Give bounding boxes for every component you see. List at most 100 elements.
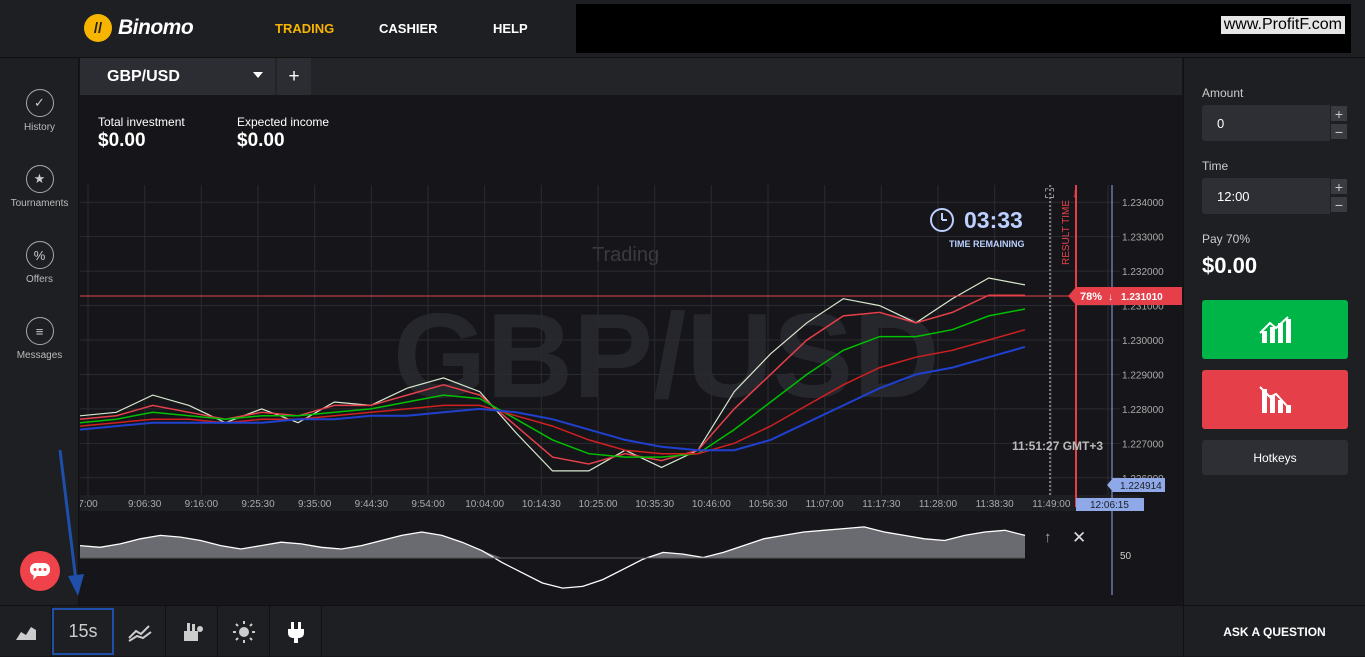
asset-tab-gbpusd[interactable]: GBP/USD xyxy=(80,58,275,95)
hotkeys-button[interactable]: Hotkeys xyxy=(1202,440,1348,475)
y-tick-label: 1.233000 xyxy=(1122,233,1164,244)
x-tick-label: 11:38:30 xyxy=(976,499,1015,510)
check-icon: ✓ xyxy=(25,89,54,117)
sidebar-item-messages[interactable]: ≡ Messages xyxy=(0,317,79,361)
trade-panel: Amount 0 + − Time 12:00 + − Pay 70% $0.0… xyxy=(1183,58,1365,605)
annotation-arrow xyxy=(58,449,84,596)
y-tick-label: 1.227000 xyxy=(1122,439,1164,450)
close-oscillator-icon[interactable]: ✕ xyxy=(1072,528,1086,547)
chart-up-icon xyxy=(1259,315,1291,343)
x-tick-label: 10:25:00 xyxy=(579,499,618,510)
amount-increase-button[interactable]: + xyxy=(1330,105,1348,122)
x-axis: 7:00 9:06:30 9:16:00 9:25:30 9:35:00 9:44:30 9… xyxy=(80,495,1140,511)
price-badge-pct: 78% xyxy=(1080,291,1102,303)
x-tick-label: 11:28:00 xyxy=(919,499,958,510)
area-chart-icon xyxy=(15,626,36,640)
x-tick-label: 11:07:00 xyxy=(806,499,845,510)
x-tick-label: 9:35:00 xyxy=(298,499,332,510)
sidebar-item-label: Messages xyxy=(16,350,63,361)
x-tick-label: 11:49:00 xyxy=(1032,499,1071,510)
asset-tabbar: GBP/USD + xyxy=(80,58,1182,95)
y-tick-label: 1.232000 xyxy=(1122,267,1164,278)
chart-area: GBP/USD + Total investment $0.00 Expecte… xyxy=(80,58,1182,605)
nav-help[interactable]: HELP xyxy=(493,21,528,36)
y-tick-label: 1.228000 xyxy=(1122,405,1164,416)
asset-tab-label: GBP/USD xyxy=(107,67,180,85)
sidebar-item-label: Tournaments xyxy=(10,198,69,209)
percent-icon: % xyxy=(25,241,54,269)
site-watermark: www.ProfitF.com xyxy=(1220,16,1345,34)
price-chart[interactable]: GBP/USD Trading 1.234000 1.233000 1.232000… xyxy=(80,95,1182,605)
x-tick-label: 10:14:30 xyxy=(522,499,561,510)
time-input[interactable]: 12:00 xyxy=(1202,178,1330,214)
time-label: Time xyxy=(1202,159,1229,173)
brand-name: Binomo xyxy=(118,16,194,39)
timeframe-button[interactable]: 15s xyxy=(52,608,114,655)
x-tick-label: 10:56:30 xyxy=(749,499,788,510)
nav-trading[interactable]: TRADING xyxy=(275,21,334,36)
y-tick-label: 1.229000 xyxy=(1122,370,1164,381)
chevron-down-icon xyxy=(253,72,263,78)
x-tick-label: 10:04:00 xyxy=(465,499,504,510)
time-decrease-button[interactable]: − xyxy=(1330,196,1348,213)
tools-icon xyxy=(183,622,203,641)
arrow-down-icon: ↓ xyxy=(1108,292,1113,303)
indicators-button[interactable] xyxy=(114,606,166,657)
brand-logo[interactable]: // Binomo xyxy=(84,14,194,42)
bottom-toolbar: 15s ASK A QUESTION xyxy=(0,605,1365,657)
theme-button[interactable] xyxy=(218,606,270,657)
sidebar-item-history[interactable]: ✓ History xyxy=(0,89,79,133)
time-increase-button[interactable]: + xyxy=(1330,178,1348,195)
x-tick-label: 9:06:30 xyxy=(128,499,162,510)
ask-question-button[interactable]: ASK A QUESTION xyxy=(1183,606,1365,657)
y-tick-label: 1.234000 xyxy=(1122,198,1164,209)
price-badge: 78% ↓ 1.231010 xyxy=(1068,287,1182,305)
add-asset-button[interactable]: + xyxy=(277,58,311,95)
oscillator xyxy=(80,526,1026,589)
ad-banner: www.ProfitF.com xyxy=(576,4,1351,53)
low-badge-value: 1.224914 xyxy=(1120,481,1162,492)
amount-decrease-button[interactable]: − xyxy=(1330,123,1348,140)
nav-cashier[interactable]: CASHIER xyxy=(379,21,438,36)
timer: 03:33 TIME REMAINING xyxy=(930,207,1025,249)
server-clock: 11:51:27 GMT+3 xyxy=(1012,439,1103,453)
timer-value: 03:33 xyxy=(964,207,1023,233)
sidebar-item-label: Offers xyxy=(25,274,54,285)
drawing-tools-button[interactable] xyxy=(166,606,218,657)
price-badge-value: 1.231010 xyxy=(1121,292,1163,303)
x-tick-label: 9:16:00 xyxy=(185,499,219,510)
low-badge: 1.224914 xyxy=(1107,478,1165,492)
top-bar: // Binomo TRADING CASHIER HELP www.Profi… xyxy=(0,0,1365,58)
x-tick-label: 9:44:30 xyxy=(355,499,389,510)
payout-label: Pay 70% xyxy=(1202,232,1251,246)
trade-down-button[interactable] xyxy=(1202,370,1348,429)
plug-icon xyxy=(287,621,304,643)
payout-value: $0.00 xyxy=(1202,253,1258,278)
plugin-button[interactable] xyxy=(270,606,322,657)
trade-up-button[interactable] xyxy=(1202,300,1348,359)
y-axis: 1.2340001.2330001.2320001.2310001.230000… xyxy=(1122,198,1164,485)
x-tick-label: 10:46:00 xyxy=(692,499,731,510)
result-time-label: RESULT TIME xyxy=(1061,200,1072,265)
sidebar-item-tournaments[interactable]: ★ Tournaments xyxy=(0,165,79,209)
collapse-oscillator-icon[interactable]: ↑ xyxy=(1044,529,1052,546)
timer-label: TIME REMAINING xyxy=(949,239,1025,249)
support-chat-button[interactable] xyxy=(20,551,60,591)
trend-chart-icon xyxy=(127,624,152,642)
trophy-icon: ★ xyxy=(25,165,54,193)
binomo-logo-icon: // xyxy=(84,14,112,42)
fullscreen-icon[interactable]: ⛶ xyxy=(1044,186,1055,201)
time-badge-value: 12:06:15 xyxy=(1090,500,1129,511)
chart-type-button[interactable] xyxy=(0,606,52,657)
x-tick-label: 9:25:30 xyxy=(241,499,275,510)
sidebar-item-offers[interactable]: % Offers xyxy=(0,241,79,285)
amount-input[interactable]: 0 xyxy=(1202,105,1330,141)
amount-label: Amount xyxy=(1202,86,1244,100)
x-tick-label: 11:17:30 xyxy=(862,499,901,510)
y-tick-label: 1.230000 xyxy=(1122,336,1164,347)
messages-icon: ≡ xyxy=(25,317,54,345)
sun-icon xyxy=(232,620,255,643)
chart-watermark-asset: GBP/USD xyxy=(393,289,940,423)
x-tick-label: 10:35:30 xyxy=(635,499,674,510)
x-tick-label: 9:54:00 xyxy=(411,499,445,510)
